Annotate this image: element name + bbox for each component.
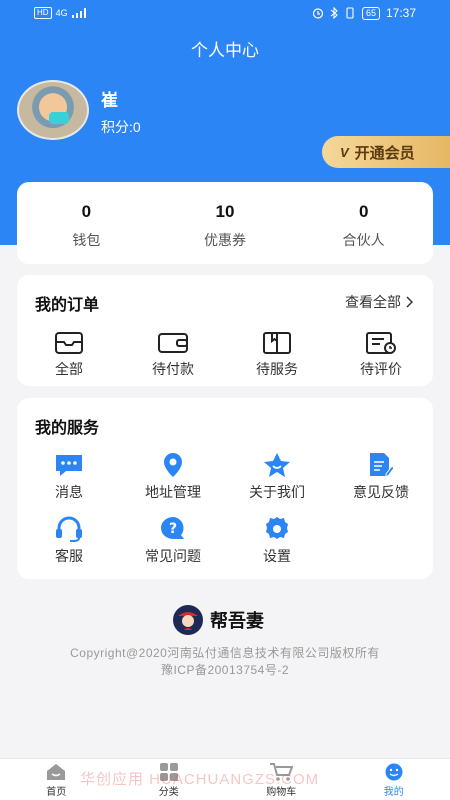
bluetooth-icon xyxy=(330,7,338,19)
service-label: 常见问题 xyxy=(145,548,201,564)
service-address[interactable]: 地址管理 xyxy=(121,452,225,502)
service-label: 意见反馈 xyxy=(353,484,409,500)
svg-text:?: ? xyxy=(169,521,177,537)
orders-card: 我的订单 查看全部 全部 待付款 待服务 待评价 xyxy=(17,275,433,386)
tab-label: 购物车 xyxy=(266,787,297,798)
stats-card: 0 钱包 10 优惠券 0 合伙人 xyxy=(17,182,433,264)
service-messages[interactable]: 消息 xyxy=(17,452,121,502)
brand-logo-icon xyxy=(173,605,203,635)
service-label: 地址管理 xyxy=(145,484,201,500)
service-settings[interactable]: 设置 xyxy=(225,516,329,566)
question-icon: ? xyxy=(161,517,184,539)
book-icon xyxy=(263,332,291,354)
star-icon xyxy=(264,453,290,477)
wallet-icon xyxy=(158,333,188,353)
message-icon xyxy=(56,455,82,476)
signal-label: 4G xyxy=(55,8,68,18)
review-icon xyxy=(366,332,396,354)
view-all-label: 查看全部 xyxy=(345,294,401,310)
tab-cart[interactable]: 购物车 xyxy=(225,759,338,800)
home-icon xyxy=(47,764,66,780)
network-badge: HD xyxy=(34,7,52,19)
stat-value: 10 xyxy=(215,202,235,221)
brand-logo: 帮吾妻 xyxy=(172,604,264,636)
user-points: 积分:0 xyxy=(101,119,141,135)
tab-home[interactable]: 首页 xyxy=(0,759,113,800)
services-title: 我的服务 xyxy=(35,420,100,437)
stat-value: 0 xyxy=(358,202,369,221)
vip-icon: V xyxy=(340,144,349,160)
service-feedback[interactable]: 意见反馈 xyxy=(329,452,433,502)
copyright-line: Copyright@2020河南弘付通信息技术有限公司版权所有 xyxy=(70,646,380,660)
vip-label: 开通会员 xyxy=(354,144,415,162)
chevron-right-icon xyxy=(406,296,413,308)
brand-name: 帮吾妻 xyxy=(210,611,264,632)
copyright: Copyright@2020河南弘付通信息技术有限公司版权所有 豫ICP备200… xyxy=(0,645,450,679)
orders-title: 我的订单 xyxy=(35,297,100,314)
bottom-tabbar: 首页 分类 购物车 我的 xyxy=(0,758,450,800)
alarm-icon xyxy=(312,8,324,19)
status-time: 17:37 xyxy=(385,6,416,20)
tab-profile[interactable]: 我的 xyxy=(338,759,450,800)
order-all[interactable]: 全部 xyxy=(17,331,121,379)
order-label: 全部 xyxy=(55,361,83,377)
view-all-orders-link[interactable]: 查看全部 xyxy=(345,292,413,312)
category-icon xyxy=(159,763,178,781)
order-pending-payment[interactable]: 待付款 xyxy=(121,331,225,379)
stat-value: 0 xyxy=(81,202,92,221)
status-bar: HD 4G 65 17:37 xyxy=(0,0,450,28)
gear-icon xyxy=(266,517,288,539)
location-icon xyxy=(164,453,182,477)
order-pending-review[interactable]: 待评价 xyxy=(329,331,433,379)
stat-label: 钱包 xyxy=(72,232,101,248)
service-label: 关于我们 xyxy=(249,484,305,500)
battery-level: 65 xyxy=(361,6,380,20)
headset-icon xyxy=(56,516,82,542)
service-label: 设置 xyxy=(263,548,291,564)
cart-icon xyxy=(270,763,294,781)
services-card: 我的服务 消息 地址管理 关于我们 意见反馈 客服 ? 常见问题 设置 xyxy=(17,398,433,579)
order-pending-service[interactable]: 待服务 xyxy=(225,331,329,379)
order-label: 待付款 xyxy=(152,361,194,377)
signal-icon xyxy=(71,8,86,18)
order-label: 待评价 xyxy=(360,361,402,377)
tab-label: 首页 xyxy=(46,787,67,798)
user-name: 崔 xyxy=(101,91,118,110)
page-title: 个人中心 xyxy=(191,41,259,60)
stat-coupons[interactable]: 10 优惠券 xyxy=(156,182,295,264)
service-label: 消息 xyxy=(55,484,83,500)
service-customer-support[interactable]: 客服 xyxy=(17,516,121,566)
stat-label: 优惠券 xyxy=(204,232,246,248)
vip-button[interactable]: V 开通会员 xyxy=(322,136,450,168)
vibrate-icon xyxy=(346,7,354,19)
stat-partners[interactable]: 0 合伙人 xyxy=(294,182,433,264)
tab-label: 分类 xyxy=(158,787,179,798)
service-faq[interactable]: ? 常见问题 xyxy=(121,516,225,566)
order-label: 待服务 xyxy=(256,361,298,377)
inbox-icon xyxy=(55,332,83,354)
icp-line: 豫ICP备20013754号-2 xyxy=(160,663,290,677)
tab-category[interactable]: 分类 xyxy=(113,759,226,800)
stat-wallet[interactable]: 0 钱包 xyxy=(17,182,156,264)
tab-label: 我的 xyxy=(383,787,404,798)
avatar[interactable] xyxy=(17,80,89,140)
service-label: 客服 xyxy=(55,548,83,564)
service-about[interactable]: 关于我们 xyxy=(225,452,329,502)
profile-icon xyxy=(385,763,403,781)
stat-label: 合伙人 xyxy=(342,232,385,248)
feedback-icon xyxy=(370,453,395,477)
